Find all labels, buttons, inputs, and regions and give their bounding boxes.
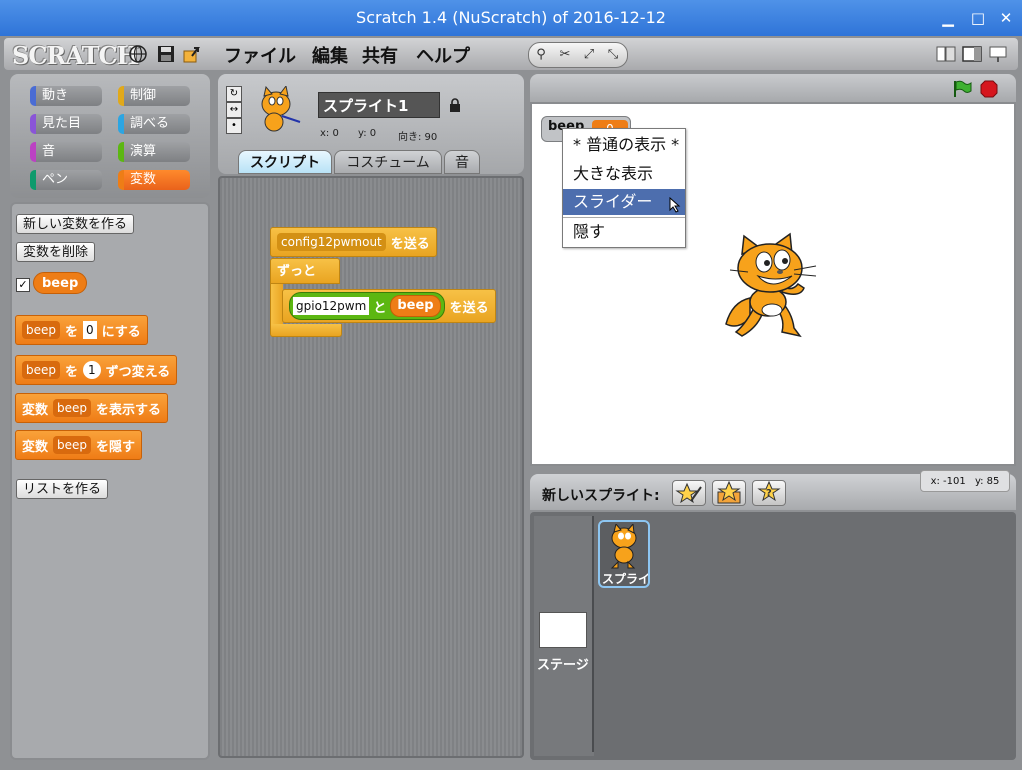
join-variable-reporter[interactable]: beep: [390, 295, 441, 317]
tab-sounds[interactable]: 音: [444, 150, 480, 174]
join-operator-block[interactable]: gpio12pwm と beep: [289, 292, 445, 320]
hide-variable-block[interactable]: 変数 beep を隠す: [15, 430, 143, 460]
category-2[interactable]: 見た目: [30, 114, 102, 134]
duplicate-stamp-icon[interactable]: ⚲: [531, 45, 551, 65]
category-4[interactable]: 音: [30, 142, 102, 162]
window-title-bar: Scratch 1.4 (NuScratch) of 2016-12-12: [0, 0, 1022, 36]
small-stage-icon[interactable]: [936, 45, 956, 63]
tab-scripts[interactable]: スクリプト: [238, 150, 332, 174]
new-variable-button[interactable]: 新しい変数を作る: [16, 214, 135, 234]
save-disk-icon[interactable]: [156, 44, 176, 64]
variable-reporter-beep[interactable]: beep: [33, 272, 88, 294]
minimize-button[interactable]: ▁: [936, 0, 960, 36]
delete-scissors-icon[interactable]: ✂: [555, 45, 575, 65]
forever-block-foot: [270, 324, 342, 337]
stage-header: [530, 74, 1016, 102]
set-variable-block[interactable]: beep を 0 にする: [15, 315, 148, 345]
delete-variable-button[interactable]: 変数を削除: [16, 242, 96, 262]
sprite-thumbnail-sprite1[interactable]: スプライト1: [598, 520, 650, 588]
mouse-y-readout: y: 85: [974, 476, 1000, 487]
menu-option-slider[interactable]: スライダー: [563, 189, 685, 215]
forever-block[interactable]: ずっと: [270, 258, 340, 284]
presentation-mode-icon[interactable]: [988, 45, 1008, 63]
sprite-x-readout: x: 0: [320, 128, 339, 139]
menu-file[interactable]: ファイル: [224, 42, 296, 68]
var-dropdown[interactable]: beep: [53, 399, 92, 417]
menu-option-normal-readout[interactable]: * 普通の表示 *: [563, 132, 685, 158]
menu-edit[interactable]: 編集: [312, 42, 348, 68]
sprite-name-field[interactable]: スプライト1: [318, 92, 440, 118]
variable-checkbox[interactable]: ✓: [16, 278, 30, 292]
language-globe-icon[interactable]: [128, 44, 148, 64]
sprite-y-readout: y: 0: [358, 128, 377, 139]
category-0[interactable]: 動き: [30, 86, 102, 106]
mouse-pointer-icon: [669, 197, 681, 213]
paint-new-sprite-button[interactable]: [672, 480, 706, 506]
stop-sign-icon[interactable]: [980, 80, 998, 98]
lock-icon[interactable]: [449, 98, 461, 112]
svg-text:?: ?: [766, 488, 772, 499]
show-variable-block[interactable]: 変数 beep を表示する: [15, 393, 169, 423]
surprise-sprite-button[interactable]: ?: [752, 480, 786, 506]
cursor-tools: ⚲ ✂ ⤢ ⤡: [528, 42, 628, 68]
broadcast-block-gpio[interactable]: gpio12pwm と beep を送る: [282, 289, 496, 323]
folder-star-icon: [717, 480, 741, 504]
cat-sprite-icon[interactable]: [720, 232, 824, 340]
menu-option-large-readout[interactable]: 大きな表示: [563, 161, 685, 187]
question-star-icon: ?: [757, 480, 781, 502]
value-input[interactable]: 0: [83, 321, 97, 339]
change-variable-block[interactable]: beep を 1 ずつ変える: [15, 355, 178, 385]
join-text-input[interactable]: gpio12pwm: [293, 297, 370, 315]
category-5[interactable]: 演算: [118, 142, 190, 162]
share-upload-icon[interactable]: [182, 44, 202, 64]
broadcast-dropdown[interactable]: config12pwmout: [277, 233, 386, 251]
menu-share[interactable]: 共有: [362, 42, 398, 68]
sprite-thumbnail-cat-icon: [261, 86, 301, 132]
stage-thumbnail[interactable]: [539, 612, 587, 648]
scratch-logo: SCRATCH: [12, 41, 139, 70]
menu-option-hide[interactable]: 隠す: [563, 219, 685, 245]
menu-help[interactable]: ヘルプ: [416, 42, 470, 68]
var-dropdown[interactable]: beep: [22, 321, 60, 339]
normal-stage-icon[interactable]: [962, 45, 982, 63]
grow-icon[interactable]: ⤢: [579, 45, 599, 65]
close-button[interactable]: ✕: [994, 0, 1018, 36]
mouse-position-readout: x: -101 y: 85: [920, 470, 1010, 492]
cat-thumbnail-icon: [610, 524, 637, 569]
maximize-button[interactable]: □: [966, 0, 990, 36]
no-rotate-icon[interactable]: •: [226, 118, 242, 134]
stage-thumbnail-label: ステージ: [537, 658, 589, 673]
category-1[interactable]: 制御: [118, 86, 190, 106]
var-dropdown[interactable]: beep: [53, 436, 92, 454]
new-list-button[interactable]: リストを作る: [16, 479, 109, 499]
paint-brush-star-icon: [675, 482, 702, 504]
shrink-icon[interactable]: ⤡: [603, 45, 623, 65]
tab-costumes[interactable]: コスチューム: [334, 150, 442, 174]
broadcast-block-config[interactable]: config12pwmout を送る: [270, 227, 437, 257]
flip-lr-icon[interactable]: ↔: [226, 102, 242, 118]
monitor-context-menu: * 普通の表示 * 大きな表示 スライダー 隠す: [562, 128, 686, 248]
rotate-all-icon[interactable]: ↻: [226, 86, 242, 102]
category-3[interactable]: 調べる: [118, 114, 190, 134]
window-title: Scratch 1.4 (NuScratch) of 2016-12-12: [356, 8, 666, 27]
sprite-list-divider: [592, 516, 594, 752]
script-area[interactable]: [218, 176, 524, 758]
menu-divider: [563, 217, 685, 218]
category-6[interactable]: ペン: [30, 170, 102, 190]
green-flag-icon[interactable]: [952, 80, 972, 98]
mouse-x-readout: x: -101: [930, 476, 966, 487]
var-dropdown[interactable]: beep: [22, 361, 60, 379]
choose-sprite-file-button[interactable]: [712, 480, 746, 506]
value-input[interactable]: 1: [83, 361, 101, 379]
category-7[interactable]: 変数: [118, 170, 190, 190]
sprite-direction-readout: 向き: 90: [398, 132, 438, 143]
new-sprite-label: 新しいスプライト:: [542, 488, 660, 504]
sprite-thumbnail-label: スプライト1: [602, 572, 650, 586]
